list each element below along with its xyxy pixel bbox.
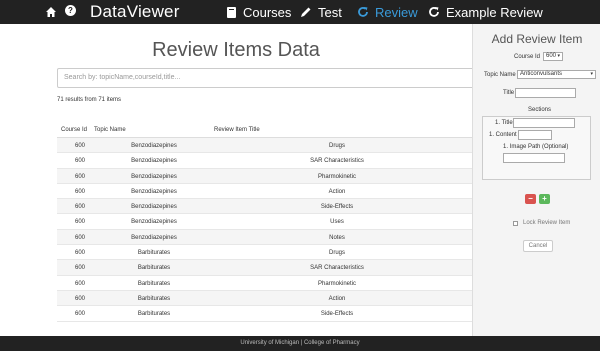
course-id-select[interactable]: 600 ▾ — [543, 52, 563, 61]
refresh-icon — [428, 6, 440, 18]
cell-review-item-title: Side-Effects — [320, 204, 354, 211]
nav-courses-label: Courses — [243, 4, 292, 20]
cell-topic-name: Benzodiazepines — [131, 234, 177, 241]
home-icon[interactable] — [45, 5, 57, 18]
cell-topic-name: Barbiturates — [137, 280, 171, 287]
cell-review-item-title: Action — [328, 295, 346, 302]
chevron-down-icon: ▾ — [557, 53, 560, 59]
table-row[interactable]: 600 Benzodiazepines SAR Characteristics — [57, 153, 472, 169]
cell-topic-name: Benzodiazepines — [131, 188, 177, 195]
cell-topic-name: Benzodiazepines — [131, 173, 177, 180]
table-row[interactable]: 600 Barbiturates SAR Characteristics — [57, 260, 472, 276]
column-header-course-id[interactable]: Course Id — [61, 127, 87, 133]
chevron-down-icon: ▾ — [590, 71, 593, 77]
cell-topic-name: Benzodiazepines — [131, 158, 177, 165]
nav-test-label: Test — [318, 4, 342, 20]
table-row[interactable]: 600 Benzodiazepines Side-Effects — [57, 199, 472, 215]
pencil-icon — [300, 6, 312, 18]
table-row[interactable]: 600 Benzodiazepines Notes — [57, 229, 472, 246]
cell-review-item-title: Side-Effects — [320, 311, 354, 318]
topic-name-value: Anticonvulsants — [520, 71, 563, 77]
course-id-value: 600 — [546, 53, 557, 59]
cell-review-item-title: Drugs — [328, 143, 345, 149]
cancel-button[interactable]: Cancel — [523, 240, 553, 252]
section-image-label: 1. Image Path (Optional) — [503, 144, 569, 150]
lock-review-item-checkbox[interactable] — [513, 220, 518, 226]
title-label: Title — [503, 90, 515, 96]
search-input[interactable]: Search by: topicName,courseId,title... — [57, 68, 472, 88]
column-header-topic-name[interactable]: Topic Name — [94, 127, 126, 133]
section-title-label: 1. Title — [495, 120, 513, 126]
cell-topic-name: Benzodiazepines — [131, 204, 177, 211]
table-row[interactable]: 600 Benzodiazepines Action — [57, 184, 472, 200]
add-section-button[interactable]: + — [539, 194, 550, 204]
cell-topic-name: Barbiturates — [137, 295, 171, 302]
brand-title[interactable]: DataViewer — [90, 0, 180, 24]
book-icon — [226, 6, 237, 19]
section-content-label: 1. Content — [489, 132, 517, 138]
add-review-item-panel: Add Review Item Course Id 600 ▾ Topic Na… — [472, 24, 600, 336]
cell-review-item-title: Uses — [330, 219, 344, 226]
column-header-review-item-title[interactable]: Review Item Title — [214, 127, 260, 133]
table-row[interactable]: 600 Barbiturates Side-Effects — [57, 306, 472, 322]
table-row[interactable]: 600 Benzodiazepines Pharmokinetic — [57, 168, 472, 184]
cell-topic-name: Barbiturates — [137, 250, 171, 257]
sections-box: 1. Title 1. Content 1. Image Path (Optio… — [482, 116, 591, 180]
cell-review-item-title: SAR Characteristics — [310, 265, 364, 272]
topic-name-select[interactable]: Anticonvulsants ▾ — [517, 70, 596, 79]
cell-review-item-title: Pharmokinetic — [317, 173, 356, 180]
nav-review-label: Review — [375, 4, 418, 20]
section-image-input[interactable] — [503, 153, 565, 163]
table-body: 600 Benzodiazepines Drugs 600 Benzodiazepine… — [57, 138, 472, 322]
nav-example-review[interactable]: Example Review — [428, 0, 543, 24]
section-content-input[interactable] — [518, 130, 552, 140]
cell-topic-name: Barbiturates — [137, 311, 171, 318]
cell-topic-name: Benzodiazepines — [131, 143, 177, 149]
cell-topic-name: Benzodiazepines — [131, 219, 177, 226]
table-row[interactable]: 600 Benzodiazepines Drugs — [57, 138, 472, 154]
main-content: Review Items Data Search by: topicName,c… — [0, 24, 472, 336]
panel-title: Add Review Item — [491, 32, 583, 46]
top-navbar: ? DataViewer Courses Test Review Example… — [0, 0, 600, 24]
course-id-label: Course Id — [514, 54, 541, 60]
title-input[interactable] — [515, 88, 576, 98]
table-row[interactable]: 600 Barbiturates Pharmokinetic — [57, 276, 472, 291]
cell-review-item-title: Action — [328, 188, 346, 195]
lock-review-item-label: Lock Review Item — [523, 220, 571, 226]
footer: University of Michigan | College of Phar… — [0, 336, 600, 351]
nav-test[interactable]: Test — [300, 0, 342, 24]
table-header: Course Id Topic Name Review Item Title — [57, 122, 472, 138]
nav-example-label: Example Review — [446, 4, 543, 20]
cell-review-item-title: Drugs — [328, 250, 345, 257]
table-row[interactable]: 600 Barbiturates Action — [57, 290, 472, 307]
section-title-input[interactable] — [513, 118, 575, 128]
refresh-icon — [357, 6, 369, 18]
cell-topic-name: Barbiturates — [137, 265, 171, 272]
nav-review[interactable]: Review — [357, 0, 418, 24]
lock-review-item-row: Lock Review Item — [513, 220, 570, 226]
remove-section-button[interactable]: − — [525, 194, 536, 204]
cell-review-item-title: SAR Characteristics — [310, 158, 364, 165]
page-title: Review Items Data — [152, 39, 320, 61]
nav-courses[interactable]: Courses — [226, 0, 291, 24]
results-count: 71 results from 71 items — [57, 97, 122, 103]
sections-label: Sections — [528, 107, 552, 113]
help-icon[interactable]: ? — [65, 5, 76, 16]
table-row[interactable]: 600 Barbiturates Drugs — [57, 245, 472, 261]
review-items-table: Course Id Topic Name Review Item Title 6… — [57, 122, 472, 322]
topic-name-label: Topic Name — [484, 72, 516, 78]
cell-review-item-title: Notes — [329, 234, 345, 241]
table-row[interactable]: 600 Benzodiazepines Uses — [57, 214, 472, 230]
cell-review-item-title: Pharmokinetic — [317, 280, 356, 287]
